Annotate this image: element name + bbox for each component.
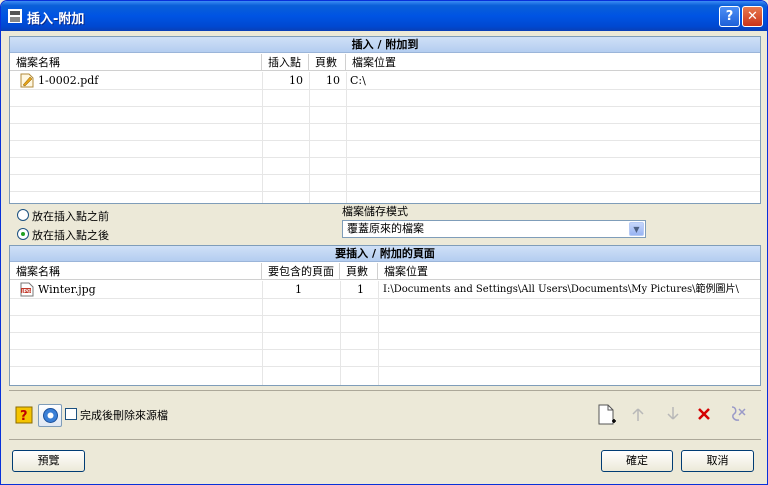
ok-button[interactable]: 確定 bbox=[601, 450, 673, 472]
clear-icon[interactable] bbox=[728, 404, 748, 424]
radio-after-label[interactable]: 放在插入點之後 bbox=[32, 227, 109, 243]
col-pages[interactable]: 頁數 bbox=[340, 263, 378, 280]
col-file-name[interactable]: 檔案名稱 bbox=[10, 54, 262, 71]
divider bbox=[9, 439, 761, 440]
source-files-panel: 要插入 / 附加的頁面 檔案名稱 要包含的頁面 頁數 檔案位置 JPG Wint… bbox=[9, 245, 761, 386]
radio-before[interactable] bbox=[17, 209, 29, 221]
source-panel-header: 要插入 / 附加的頁面 bbox=[10, 246, 760, 262]
move-down-icon[interactable] bbox=[666, 405, 680, 421]
app-icon bbox=[8, 9, 22, 23]
cancel-button[interactable]: 取消 bbox=[681, 450, 754, 472]
settings-button[interactable] bbox=[38, 404, 62, 427]
col-file-name[interactable]: 檔案名稱 bbox=[10, 263, 262, 280]
svg-text:JPG: JPG bbox=[21, 289, 31, 295]
row-file-name: Winter.jpg bbox=[38, 283, 96, 296]
divider bbox=[9, 390, 761, 391]
settings-icon bbox=[43, 408, 58, 423]
col-location[interactable]: 檔案位置 bbox=[346, 54, 760, 71]
col-location[interactable]: 檔案位置 bbox=[378, 263, 760, 280]
close-button[interactable]: ✕ bbox=[742, 6, 763, 27]
col-pages-included[interactable]: 要包含的頁面 bbox=[262, 263, 340, 280]
title-bar[interactable]: 插入-附加 ? ✕ bbox=[1, 1, 767, 31]
radio-after[interactable] bbox=[17, 228, 29, 240]
delete-icon[interactable] bbox=[697, 407, 711, 421]
save-mode-select[interactable]: 覆蓋原來的檔案 ▼ bbox=[342, 220, 646, 238]
save-mode-value: 覆蓋原來的檔案 bbox=[347, 222, 424, 235]
target-panel-header: 插入 / 附加到 bbox=[10, 37, 760, 53]
col-pages[interactable]: 頁數 bbox=[309, 54, 346, 71]
help-icon[interactable]: ? bbox=[15, 406, 33, 424]
target-files-panel: 插入 / 附加到 檔案名稱 插入點 頁數 檔案位置 1-0002.pdf 10 … bbox=[9, 36, 761, 204]
row-pages: 1 bbox=[357, 283, 364, 296]
row-pages-included: 1 bbox=[295, 283, 302, 296]
chevron-down-icon[interactable]: ▼ bbox=[629, 222, 644, 236]
row-pages: 10 bbox=[326, 74, 340, 87]
help-title-button[interactable]: ? bbox=[719, 6, 740, 27]
svg-text:?: ? bbox=[20, 409, 28, 424]
dialog-window: 插入-附加 ? ✕ 插入 / 附加到 檔案名稱 插入點 頁數 檔案位置 1-00… bbox=[0, 0, 768, 485]
add-file-icon[interactable] bbox=[597, 404, 617, 426]
jpg-file-icon: JPG bbox=[20, 282, 34, 297]
move-up-icon[interactable] bbox=[631, 407, 645, 423]
row-file-name: 1-0002.pdf bbox=[38, 74, 99, 87]
table-row[interactable]: 1-0002.pdf 10 10 C:\ bbox=[10, 72, 760, 89]
preview-button[interactable]: 預覽 bbox=[12, 450, 85, 472]
save-mode-label: 檔案儲存模式 bbox=[342, 205, 408, 218]
row-insert-point: 10 bbox=[289, 74, 303, 87]
window-title: 插入-附加 bbox=[27, 12, 85, 27]
col-insert-point[interactable]: 插入點 bbox=[262, 54, 309, 71]
radio-before-label[interactable]: 放在插入點之前 bbox=[32, 208, 109, 224]
row-location: I:\Documents and Settings\All Users\Docu… bbox=[383, 284, 739, 295]
delete-after-label[interactable]: 完成後刪除來源檔 bbox=[80, 407, 168, 423]
table-row[interactable]: JPG Winter.jpg 1 1 I:\Documents and Sett… bbox=[10, 281, 760, 298]
pdf-file-icon bbox=[20, 73, 34, 88]
row-location: C:\ bbox=[350, 74, 366, 87]
delete-after-checkbox[interactable] bbox=[65, 408, 77, 420]
